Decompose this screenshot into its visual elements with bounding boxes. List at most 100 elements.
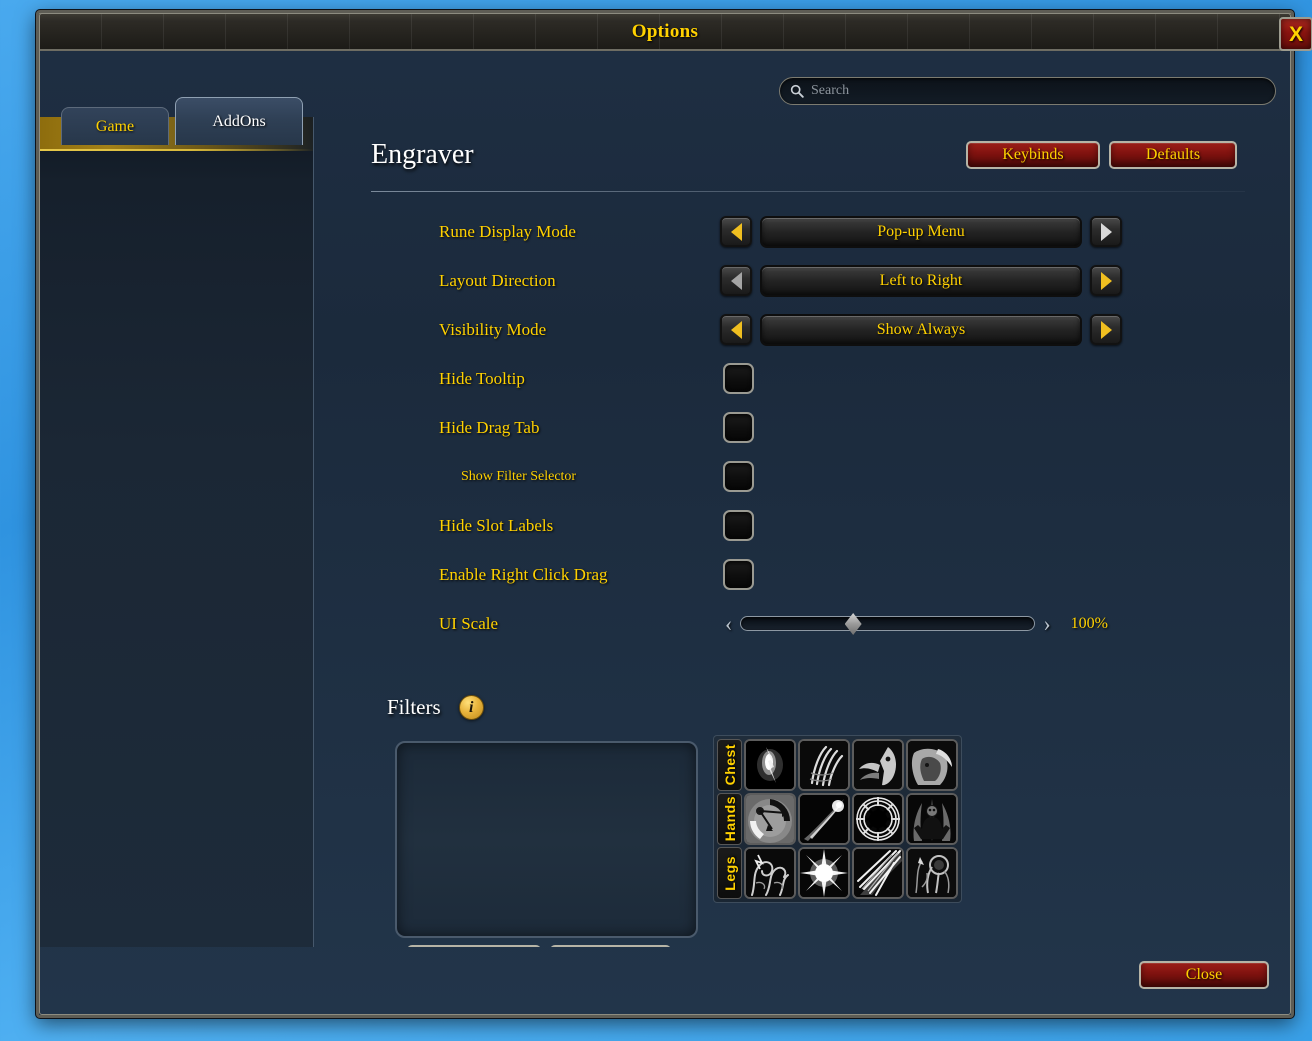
- header-buttons: Keybinds Defaults: [966, 141, 1237, 169]
- main-pane: Engraver Keybinds Defaults Rune Display …: [315, 117, 1281, 947]
- dropdown-layout-direction[interactable]: Left to Right: [760, 264, 1082, 297]
- close-button-label: Close: [1185, 966, 1223, 983]
- dropdown-visibility-mode[interactable]: Show Always: [760, 313, 1082, 346]
- search-container: [779, 77, 1276, 105]
- setting-row-layout-direction: Layout Direction Left to Right: [315, 256, 1281, 305]
- setting-row-hide-drag-tab: Hide Drag Tab: [315, 403, 1281, 452]
- slider-ui-scale: ‹ › 100%: [725, 612, 1108, 635]
- checkbox-show-filter-selector[interactable]: [723, 461, 754, 492]
- dropdown-value: Left to Right: [879, 271, 963, 289]
- defaults-button[interactable]: Defaults: [1109, 141, 1237, 169]
- next-arrow-icon[interactable]: [1090, 265, 1122, 296]
- settings-list: Rune Display Mode Pop-up Menu Layout Dir…: [315, 207, 1281, 648]
- content-area: Game AddOns Engraver E: [39, 51, 1291, 1015]
- tab-game[interactable]: Game: [61, 107, 169, 145]
- checkbox-hide-drag-tab[interactable]: [723, 412, 754, 443]
- rune-row-legs: Legs: [717, 847, 958, 899]
- tab-addons[interactable]: AddOns: [175, 97, 303, 145]
- rune-flash-icon[interactable]: [744, 739, 796, 791]
- tab-addons-label: AddOns: [212, 112, 266, 130]
- setting-row-visibility-mode: Visibility Mode Show Always: [315, 305, 1281, 354]
- previous-arrow-icon[interactable]: [720, 265, 752, 296]
- setting-label: Hide Slot Labels: [439, 515, 554, 535]
- keybinds-button-label: Keybinds: [1002, 146, 1064, 163]
- window-title: Options: [631, 20, 699, 42]
- tab-game-label: Game: [95, 117, 135, 135]
- setting-row-rune-display-mode: Rune Display Mode Pop-up Menu: [315, 207, 1281, 256]
- options-window: Options X Game AddOns Search Engraver Ke…: [36, 10, 1312, 1018]
- setting-label: Hide Drag Tab: [439, 417, 540, 437]
- slider-increase-icon[interactable]: ›: [1043, 612, 1050, 635]
- defaults-button-label: Defaults: [1145, 146, 1201, 163]
- rune-row-label-hands: Hands: [717, 793, 742, 845]
- rune-grid: Chest Hands Legs: [713, 735, 962, 903]
- rune-row-chest: Chest: [717, 739, 958, 791]
- rune-figure-icon[interactable]: [906, 793, 958, 845]
- footer: Close: [39, 947, 1291, 1015]
- page-title: Engraver: [371, 139, 474, 170]
- rune-row-label-chest: Chest: [717, 739, 742, 791]
- checkbox-hide-slot-labels[interactable]: [723, 510, 754, 541]
- setting-label: Hide Tooltip: [439, 368, 525, 388]
- rune-dial-icon[interactable]: [744, 793, 796, 845]
- rune-starburst-icon[interactable]: [798, 847, 850, 899]
- checkbox-hide-tooltip[interactable]: [723, 363, 754, 394]
- search-input[interactable]: [811, 83, 1265, 99]
- keybinds-button[interactable]: Keybinds: [966, 141, 1100, 169]
- setting-row-hide-tooltip: Hide Tooltip: [315, 354, 1281, 403]
- next-arrow-icon[interactable]: [1090, 314, 1122, 345]
- title-bar: Options: [39, 13, 1291, 51]
- previous-arrow-icon[interactable]: [720, 314, 752, 345]
- rune-comet-icon[interactable]: [798, 793, 850, 845]
- dropdown-value: Show Always: [876, 320, 966, 338]
- setting-row-enable-right-click-drag: Enable Right Click Drag: [315, 550, 1281, 599]
- rune-row-hands: Hands: [717, 793, 958, 845]
- setting-label: Enable Right Click Drag: [439, 564, 608, 584]
- slider-decrease-icon[interactable]: ‹: [725, 612, 732, 635]
- setting-row-show-filter-selector: Show Filter Selector: [315, 452, 1281, 501]
- filters-heading-row: Filters i: [387, 695, 484, 720]
- setting-label: UI Scale: [439, 613, 499, 633]
- slider-thumb[interactable]: [844, 613, 862, 635]
- rune-row-label-legs: Legs: [717, 847, 742, 899]
- info-icon-glyph: i: [468, 698, 474, 716]
- search-icon: [790, 84, 804, 98]
- rune-totem-icon[interactable]: [906, 847, 958, 899]
- rune-drink-icon[interactable]: [906, 739, 958, 791]
- previous-arrow-icon[interactable]: [720, 216, 752, 247]
- close-button[interactable]: Close: [1139, 961, 1269, 989]
- tab-bar: Game AddOns: [61, 93, 303, 145]
- close-icon[interactable]: X: [1279, 17, 1312, 51]
- next-arrow-icon[interactable]: [1090, 216, 1122, 247]
- setting-row-ui-scale: UI Scale ‹ › 100%: [315, 599, 1281, 648]
- setting-label: Layout Direction: [439, 270, 556, 290]
- page-header: Engraver Keybinds Defaults: [371, 135, 1245, 189]
- rune-breath-icon[interactable]: [852, 739, 904, 791]
- filters-title: Filters: [387, 695, 441, 719]
- info-icon[interactable]: i: [458, 695, 484, 720]
- dropdown-rune-display-mode[interactable]: Pop-up Menu: [760, 215, 1082, 248]
- rune-feather-icon[interactable]: [852, 847, 904, 899]
- header-divider: [371, 191, 1245, 192]
- rune-sunwheel-icon[interactable]: [852, 793, 904, 845]
- rune-vines-icon[interactable]: [744, 847, 796, 899]
- close-icon-glyph: X: [1288, 22, 1303, 46]
- rune-row-label-text: Chest: [721, 744, 738, 786]
- rune-row-label-text: Hands: [721, 796, 738, 842]
- slider-value-label: 100%: [1070, 614, 1108, 632]
- selector-rune-display-mode: Pop-up Menu: [720, 215, 1122, 248]
- selector-visibility-mode: Show Always: [720, 313, 1122, 346]
- setting-label: Show Filter Selector: [461, 468, 577, 484]
- setting-label: Rune Display Mode: [439, 221, 576, 241]
- filters-listbox[interactable]: [395, 741, 698, 938]
- search-box[interactable]: [779, 77, 1276, 105]
- setting-label: Visibility Mode: [439, 319, 547, 339]
- slider-track[interactable]: [740, 613, 1036, 635]
- sidebar: Engraver: [39, 117, 314, 947]
- rune-row-label-text: Legs: [721, 855, 738, 891]
- selector-layout-direction: Left to Right: [720, 264, 1122, 297]
- setting-row-hide-slot-labels: Hide Slot Labels: [315, 501, 1281, 550]
- checkbox-enable-right-click-drag[interactable]: [723, 559, 754, 590]
- rune-claws-icon[interactable]: [798, 739, 850, 791]
- dropdown-value: Pop-up Menu: [877, 222, 965, 240]
